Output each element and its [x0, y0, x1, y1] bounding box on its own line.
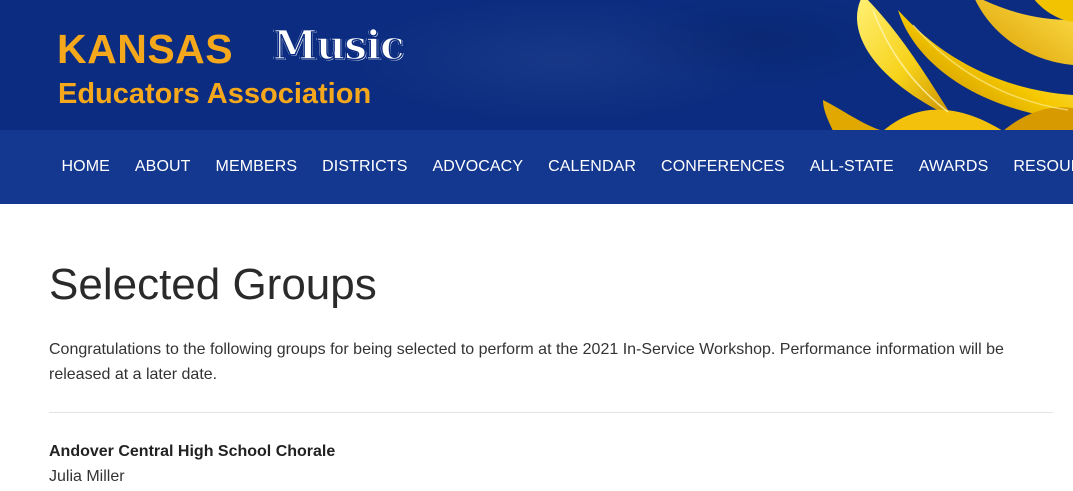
page-title: Selected Groups [49, 260, 377, 309]
nav-awards[interactable]: AWARDS [906, 158, 1001, 176]
main-content: Selected Groups Congratulations to the f… [0, 204, 1053, 489]
logo-kansas-text: KANSAS [57, 26, 234, 72]
nav-home[interactable]: HOME [49, 158, 122, 176]
intro-text: Congratulations to the following groups … [49, 341, 1004, 383]
nav-all-state[interactable]: ALL-STATE [797, 158, 906, 176]
nav-resources[interactable]: RESOURCES [1001, 158, 1073, 176]
group-director: Julia Miller [49, 468, 125, 485]
group-entry: Andover Central High School Chorale Juli… [49, 439, 1053, 489]
section-divider [49, 412, 1053, 413]
nav-members[interactable]: MEMBERS [203, 158, 310, 176]
logo-subtitle: Educators Association [58, 78, 372, 110]
nav-conferences[interactable]: CONFERENCES [649, 158, 798, 176]
nav-calendar[interactable]: CALENDAR [536, 158, 649, 176]
site-header: KANSAS Music Educators Association [0, 0, 1073, 130]
nav-advocacy[interactable]: ADVOCACY [420, 158, 536, 176]
main-nav: HOME ABOUT MEMBERS DISTRICTS ADVOCACY CA… [0, 130, 1073, 204]
group-name: Andover Central High School Chorale [49, 443, 336, 460]
sunflower-image [823, 0, 1073, 130]
nav-about[interactable]: ABOUT [122, 158, 203, 176]
logo-music-wordmark: Music [272, 21, 405, 70]
nav-districts[interactable]: DISTRICTS [310, 158, 420, 176]
